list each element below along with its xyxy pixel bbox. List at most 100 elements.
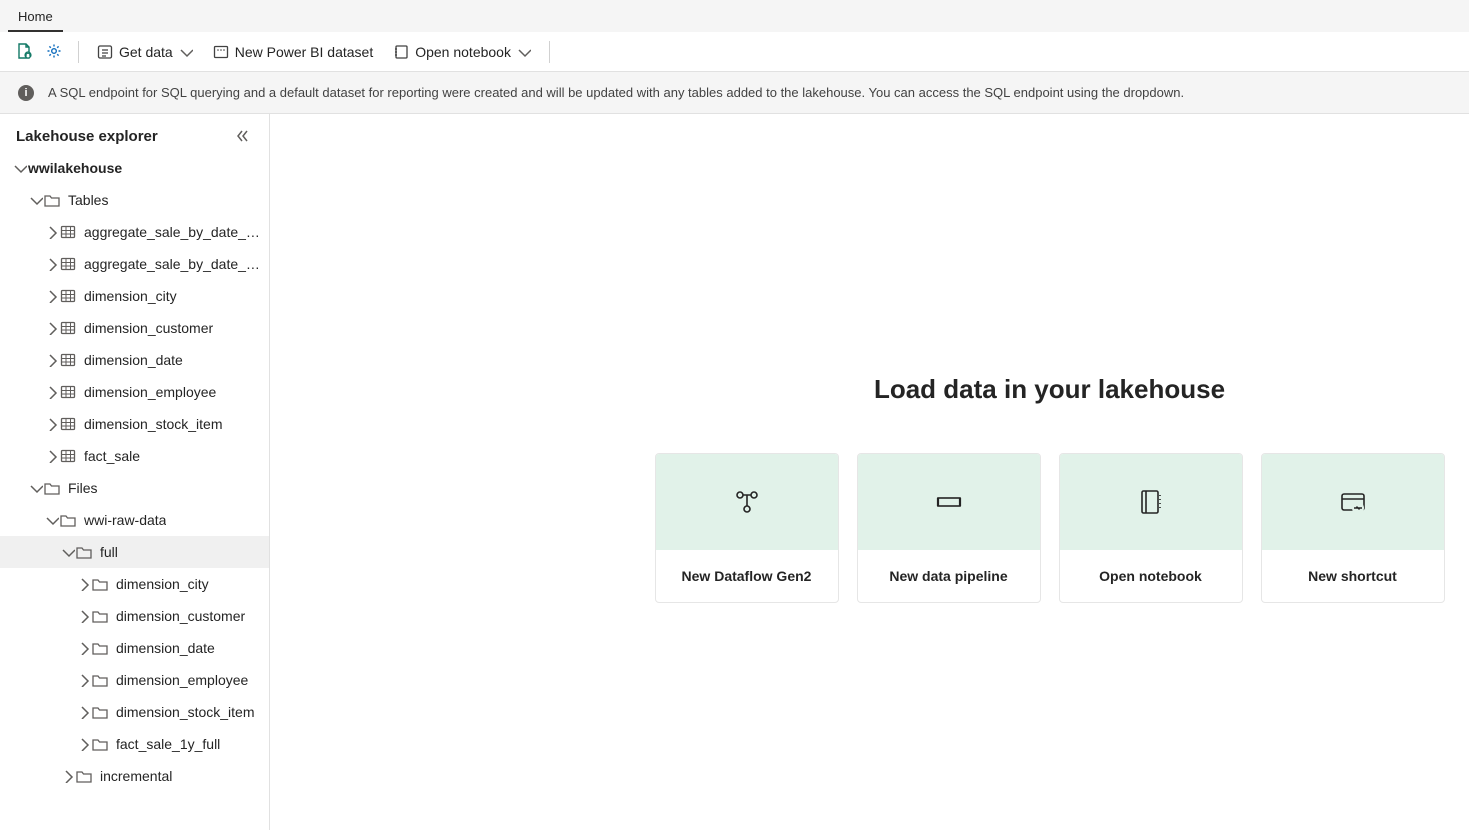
tree-table-3[interactable]: dimension_customer [0, 312, 269, 344]
table-icon [60, 320, 76, 336]
tree-item-label: dimension_employee [116, 672, 248, 688]
tree-folder-full[interactable]: full [0, 536, 269, 568]
chevron-right-icon[interactable] [76, 576, 92, 592]
chevron-right-icon[interactable] [76, 640, 92, 656]
action-card-2[interactable]: Open notebook [1059, 453, 1243, 603]
tree-item-label: dimension_customer [116, 608, 245, 624]
collapse-sidebar-button[interactable] [233, 126, 253, 146]
chevron-right-icon[interactable] [76, 608, 92, 624]
card-icon [1138, 489, 1164, 515]
tree-group-files[interactable]: Files [0, 472, 269, 504]
tree-item-label: dimension_date [116, 640, 215, 656]
chevron-right-icon[interactable] [44, 352, 60, 368]
settings-button[interactable] [42, 39, 68, 65]
tree-table-1[interactable]: aggregate_sale_by_date_em [0, 248, 269, 280]
chevron-right-icon[interactable] [44, 320, 60, 336]
card-icon [734, 489, 760, 515]
tree-table-6[interactable]: dimension_stock_item [0, 408, 269, 440]
chevron-right-icon[interactable] [44, 416, 60, 432]
toolbar: Get data New Power BI dataset Open noteb… [0, 32, 1469, 72]
table-icon [60, 256, 76, 272]
chevron-right-icon[interactable] [76, 672, 92, 688]
chevron-down-icon[interactable] [44, 512, 60, 528]
tree-item-label: Tables [68, 192, 108, 208]
toolbar-separator [549, 41, 550, 63]
tree-root[interactable]: wwilakehouse [0, 152, 269, 184]
tree-item-label: wwi-raw-data [84, 512, 166, 528]
tree-item-label: fact_sale_1y_full [116, 736, 220, 752]
info-bar: i A SQL endpoint for SQL querying and a … [0, 72, 1469, 114]
tree-item-label: dimension_date [84, 352, 183, 368]
folder-icon [92, 704, 108, 720]
action-cards-row: New Dataflow Gen2 New data pipeline Open… [650, 453, 1449, 603]
tree-item-label: dimension_city [116, 576, 209, 592]
tree-root-label: wwilakehouse [28, 160, 122, 176]
chevron-right-icon[interactable] [60, 768, 76, 784]
new-dataset-button[interactable]: New Power BI dataset [205, 40, 382, 64]
tab-home[interactable]: Home [8, 3, 63, 32]
folder-icon [92, 640, 108, 656]
chevron-down-icon[interactable] [60, 544, 76, 560]
tree-file-full-1[interactable]: dimension_customer [0, 600, 269, 632]
tree-item-label: fact_sale [84, 448, 140, 464]
tree-table-7[interactable]: fact_sale [0, 440, 269, 472]
tree-table-4[interactable]: dimension_date [0, 344, 269, 376]
chevron-right-icon[interactable] [76, 736, 92, 752]
tree-file-full-0[interactable]: dimension_city [0, 568, 269, 600]
chevron-down-icon[interactable] [12, 160, 28, 176]
folder-icon [92, 736, 108, 752]
load-data-title: Load data in your lakehouse [874, 374, 1225, 405]
tree-group-tables[interactable]: Tables [0, 184, 269, 216]
action-card-3[interactable]: New shortcut [1261, 453, 1445, 603]
tree-folder-wwi-raw-data[interactable]: wwi-raw-data [0, 504, 269, 536]
tree-item-label: dimension_employee [84, 384, 216, 400]
chevron-down-icon[interactable] [28, 192, 44, 208]
card-label: Open notebook [1060, 550, 1242, 602]
table-icon [60, 416, 76, 432]
tab-home-label: Home [18, 9, 53, 24]
gear-icon [46, 43, 64, 61]
tree-table-0[interactable]: aggregate_sale_by_date_city [0, 216, 269, 248]
tree-file-full-2[interactable]: dimension_date [0, 632, 269, 664]
table-icon [60, 352, 76, 368]
folder-icon [60, 512, 76, 528]
chevron-left-double-icon [235, 128, 251, 144]
tree-file-full-3[interactable]: dimension_employee [0, 664, 269, 696]
card-icon-area [656, 454, 838, 550]
folder-icon [44, 480, 60, 496]
new-item-icon [16, 43, 34, 61]
tree-folder-incremental[interactable]: incremental [0, 760, 269, 792]
tree-file-full-4[interactable]: dimension_stock_item [0, 696, 269, 728]
info-icon: i [18, 85, 34, 101]
action-card-1[interactable]: New data pipeline [857, 453, 1041, 603]
chevron-right-icon[interactable] [44, 384, 60, 400]
chevron-right-icon[interactable] [44, 224, 60, 240]
folder-icon [92, 672, 108, 688]
chevron-right-icon[interactable] [44, 256, 60, 272]
sidebar-title: Lakehouse explorer [16, 128, 158, 145]
get-data-button[interactable]: Get data [89, 40, 201, 64]
table-icon [60, 288, 76, 304]
get-data-icon [97, 44, 113, 60]
tree-item-label: aggregate_sale_by_date_city [84, 224, 265, 240]
card-icon-area [1060, 454, 1242, 550]
chevron-right-icon[interactable] [44, 448, 60, 464]
chevron-down-icon[interactable] [28, 480, 44, 496]
action-card-0[interactable]: New Dataflow Gen2 [655, 453, 839, 603]
explorer-tree: wwilakehouse Tables aggregate_sale_by_date… [0, 152, 269, 812]
toolbar-separator [78, 41, 79, 63]
tree-file-full-5[interactable]: fact_sale_1y_full [0, 728, 269, 760]
tree-item-label: incremental [100, 768, 172, 784]
load-data-panel: Load data in your lakehouse New Dataflow… [650, 374, 1449, 603]
new-item-button[interactable] [12, 39, 38, 65]
open-notebook-button[interactable]: Open notebook [385, 40, 539, 64]
tree-table-5[interactable]: dimension_employee [0, 376, 269, 408]
card-label: New shortcut [1262, 550, 1444, 602]
dataset-icon [213, 44, 229, 60]
tab-bar: Home [0, 0, 1469, 32]
tree-table-2[interactable]: dimension_city [0, 280, 269, 312]
chevron-right-icon[interactable] [44, 288, 60, 304]
chevron-right-icon[interactable] [76, 704, 92, 720]
notebook-icon [393, 44, 409, 60]
folder-icon [76, 544, 92, 560]
